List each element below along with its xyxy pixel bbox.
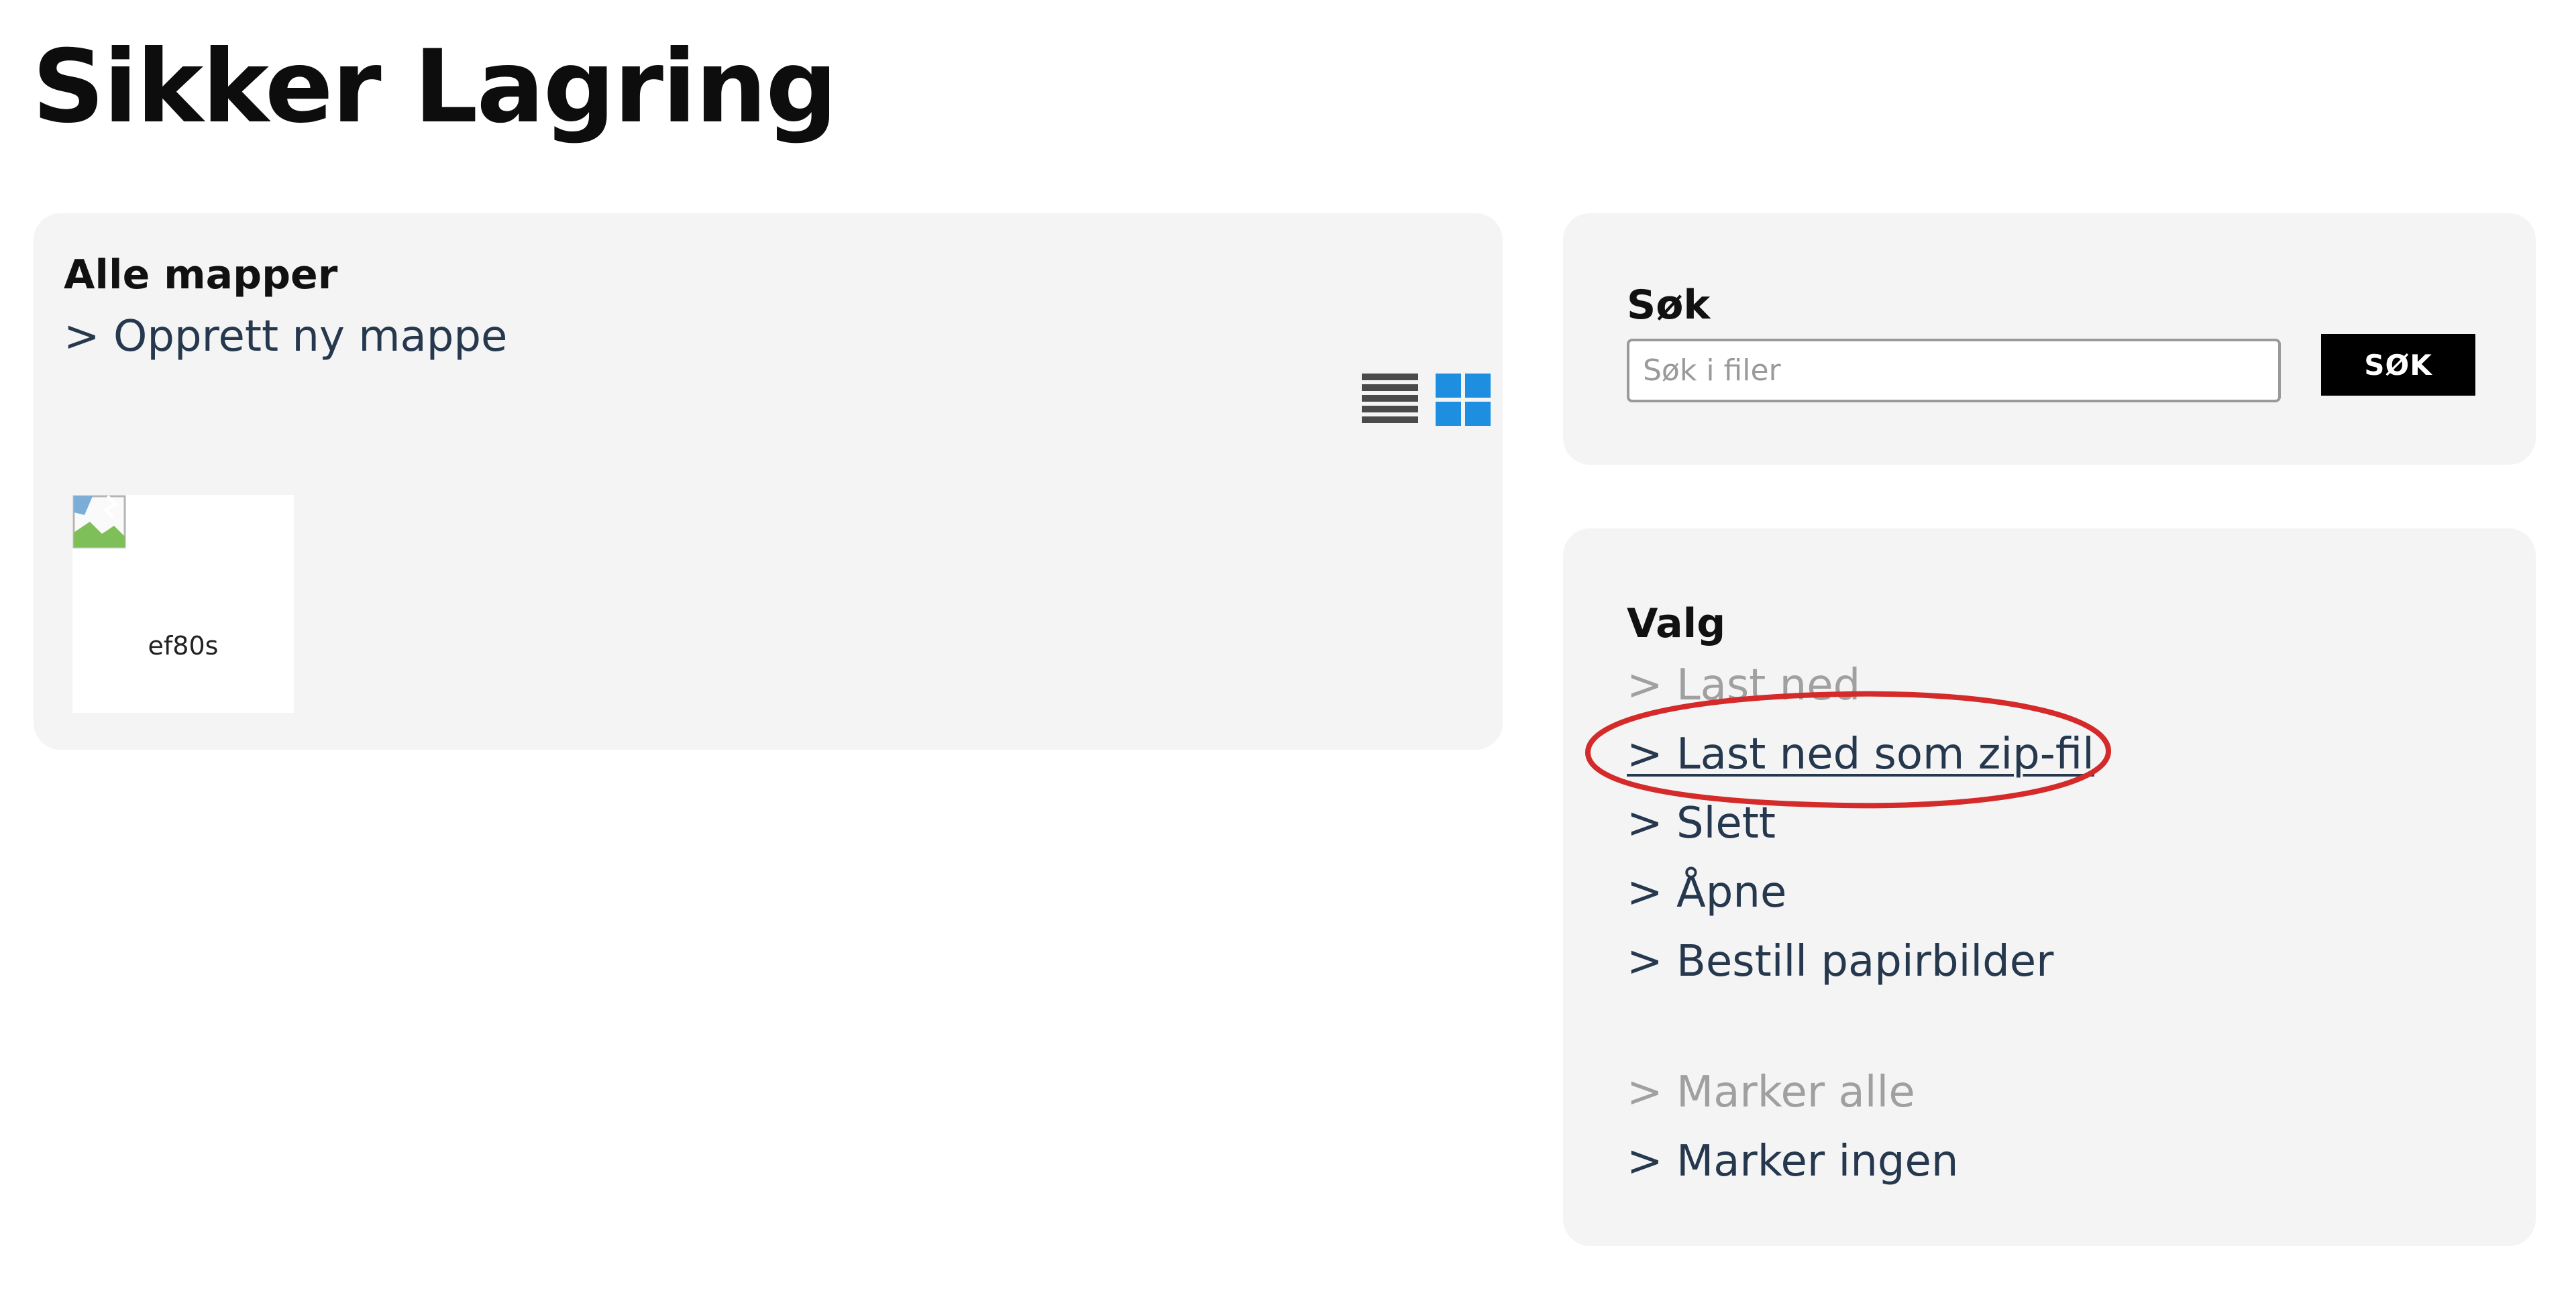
order-prints-link[interactable]: > Bestill papirbilder [1627,933,2053,990]
broken-image-icon [72,495,126,549]
search-button[interactable]: SØK [2321,334,2475,396]
search-heading: Søk [1627,282,1711,329]
folder-tile[interactable]: ef80s [72,495,294,713]
create-folder-link[interactable]: > Opprett ny mappe [64,308,507,365]
folder-name: ef80s [148,631,219,661]
options-heading: Valg [1627,600,1726,647]
download-link[interactable]: > Last ned [1627,657,1860,714]
search-input[interactable] [1627,339,2281,402]
folders-heading: Alle mapper [64,251,338,298]
page-title: Sikker Lagring [32,29,838,146]
download-zip-link[interactable]: > Last ned som zip-fil [1627,726,2094,783]
list-view-icon[interactable] [1362,372,1418,429]
grid-view-icon[interactable] [1436,372,1492,429]
delete-link[interactable]: > Slett [1627,795,1776,852]
select-none-link[interactable]: > Marker ingen [1627,1133,1958,1190]
select-all-link[interactable]: > Marker alle [1627,1064,1915,1121]
open-link[interactable]: > Åpne [1627,864,1786,921]
